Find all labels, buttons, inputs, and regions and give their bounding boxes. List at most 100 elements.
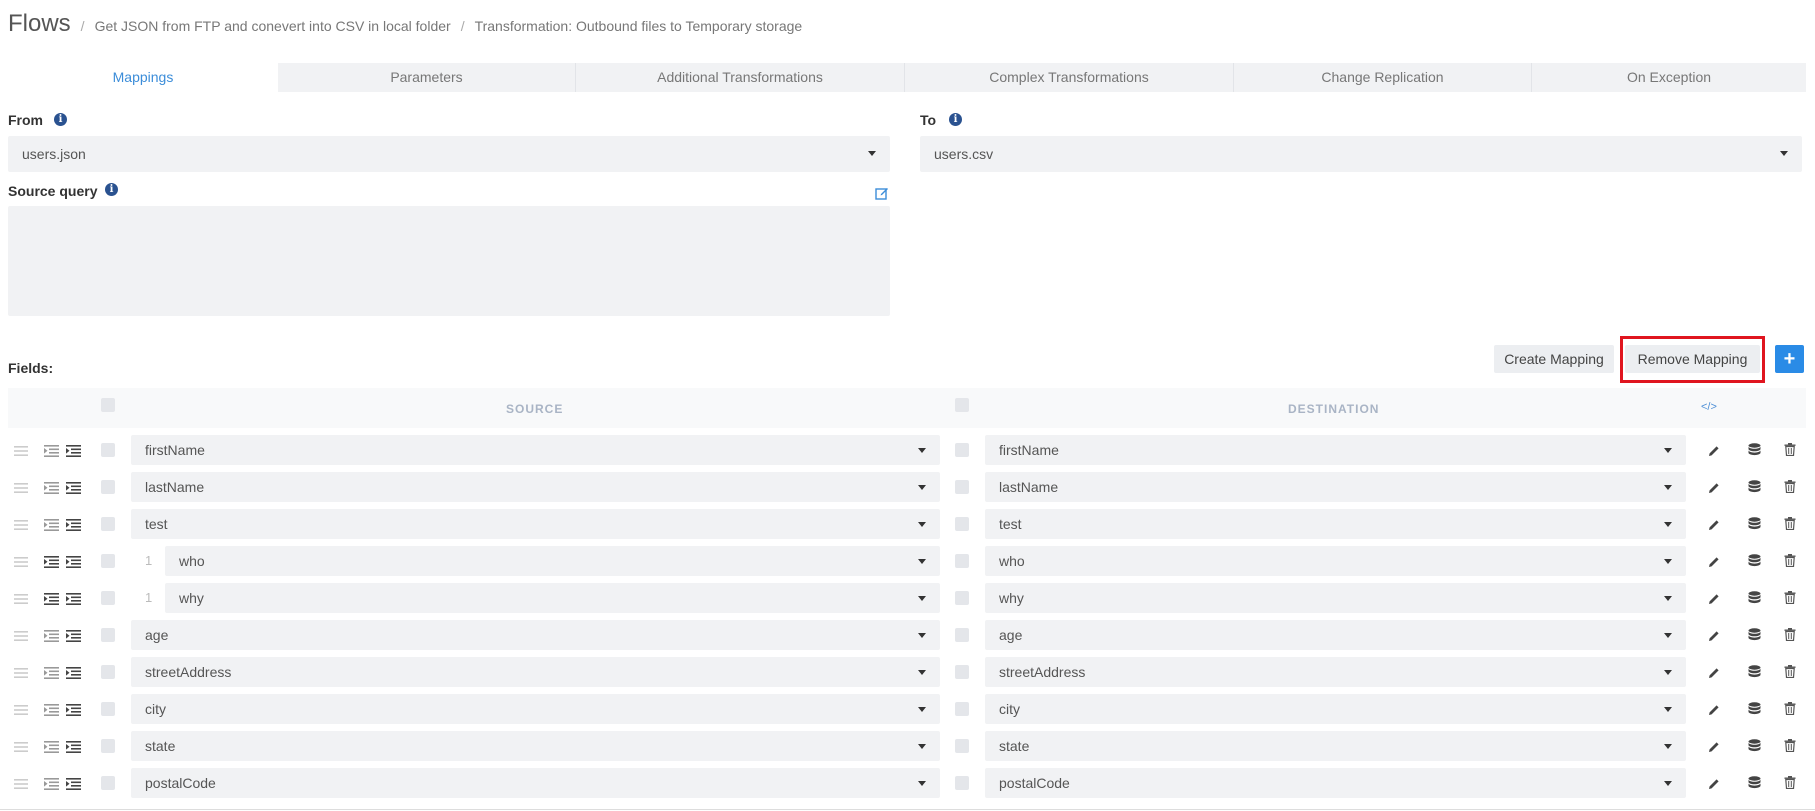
pencil-icon[interactable] — [1708, 629, 1720, 647]
database-icon[interactable] — [1748, 517, 1761, 536]
outdent-icon[interactable] — [44, 555, 59, 573]
indent-icon[interactable] — [66, 518, 81, 536]
trash-icon[interactable] — [1784, 776, 1796, 794]
indent-icon[interactable] — [66, 444, 81, 462]
destination-field-select[interactable]: state — [985, 731, 1686, 761]
destination-row-checkbox[interactable] — [955, 554, 969, 568]
database-icon[interactable] — [1748, 776, 1761, 795]
indent-icon[interactable] — [66, 777, 81, 795]
pencil-icon[interactable] — [1708, 666, 1720, 684]
info-icon[interactable]: i — [105, 183, 118, 196]
destination-field-select[interactable]: postalCode — [985, 768, 1686, 798]
from-select[interactable]: users.json — [8, 136, 890, 172]
trash-icon[interactable] — [1784, 443, 1796, 461]
source-row-checkbox[interactable] — [101, 443, 115, 457]
source-field-select[interactable]: age — [131, 620, 940, 650]
edit-query-icon[interactable] — [875, 186, 889, 200]
destination-row-checkbox[interactable] — [955, 480, 969, 494]
destination-field-select[interactable]: lastName — [985, 472, 1686, 502]
destination-field-select[interactable]: test — [985, 509, 1686, 539]
destination-field-select[interactable]: why — [985, 583, 1686, 613]
source-query-input[interactable] — [8, 206, 890, 316]
source-field-select[interactable]: lastName — [131, 472, 940, 502]
source-row-checkbox[interactable] — [101, 702, 115, 716]
drag-handle-icon[interactable] — [14, 592, 28, 610]
destination-row-checkbox[interactable] — [955, 776, 969, 790]
source-field-select[interactable]: why — [165, 583, 940, 613]
destination-field-select[interactable]: streetAddress — [985, 657, 1686, 687]
source-field-select[interactable]: postalCode — [131, 768, 940, 798]
indent-icon[interactable] — [66, 629, 81, 647]
drag-handle-icon[interactable] — [14, 518, 28, 536]
outdent-icon[interactable] — [44, 481, 59, 499]
outdent-icon[interactable] — [44, 703, 59, 721]
database-icon[interactable] — [1748, 739, 1761, 758]
drag-handle-icon[interactable] — [14, 444, 28, 462]
source-row-checkbox[interactable] — [101, 665, 115, 679]
database-icon[interactable] — [1748, 591, 1761, 610]
indent-icon[interactable] — [66, 592, 81, 610]
database-icon[interactable] — [1748, 554, 1761, 573]
breadcrumb-flow[interactable]: Get JSON from FTP and conevert into CSV … — [95, 18, 451, 34]
database-icon[interactable] — [1748, 443, 1761, 462]
indent-icon[interactable] — [66, 666, 81, 684]
source-field-select[interactable]: who — [165, 546, 940, 576]
trash-icon[interactable] — [1784, 480, 1796, 498]
pencil-icon[interactable] — [1708, 740, 1720, 758]
destination-field-select[interactable]: firstName — [985, 435, 1686, 465]
outdent-icon[interactable] — [44, 444, 59, 462]
database-icon[interactable] — [1748, 702, 1761, 721]
source-field-select[interactable]: test — [131, 509, 940, 539]
trash-icon[interactable] — [1784, 554, 1796, 572]
source-field-select[interactable]: state — [131, 731, 940, 761]
source-field-select[interactable]: firstName — [131, 435, 940, 465]
database-icon[interactable] — [1748, 665, 1761, 684]
pencil-icon[interactable] — [1708, 555, 1720, 573]
drag-handle-icon[interactable] — [14, 740, 28, 758]
drag-handle-icon[interactable] — [14, 629, 28, 647]
database-icon[interactable] — [1748, 480, 1761, 499]
tab-parameters[interactable]: Parameters — [278, 63, 576, 92]
tab-additional-transformations[interactable]: Additional Transformations — [576, 63, 905, 92]
pencil-icon[interactable] — [1708, 777, 1720, 795]
outdent-icon[interactable] — [44, 629, 59, 647]
create-mapping-button[interactable]: Create Mapping — [1494, 345, 1614, 373]
database-icon[interactable] — [1748, 628, 1761, 647]
outdent-icon[interactable] — [44, 740, 59, 758]
outdent-icon[interactable] — [44, 592, 59, 610]
pencil-icon[interactable] — [1708, 444, 1720, 462]
trash-icon[interactable] — [1784, 517, 1796, 535]
outdent-icon[interactable] — [44, 518, 59, 536]
tab-complex-transformations[interactable]: Complex Transformations — [905, 63, 1234, 92]
source-row-checkbox[interactable] — [101, 739, 115, 753]
source-row-checkbox[interactable] — [101, 517, 115, 531]
pencil-icon[interactable] — [1708, 481, 1720, 499]
source-row-checkbox[interactable] — [101, 776, 115, 790]
drag-handle-icon[interactable] — [14, 555, 28, 573]
indent-icon[interactable] — [66, 703, 81, 721]
trash-icon[interactable] — [1784, 628, 1796, 646]
destination-row-checkbox[interactable] — [955, 591, 969, 605]
pencil-icon[interactable] — [1708, 703, 1720, 721]
trash-icon[interactable] — [1784, 739, 1796, 757]
add-mapping-button[interactable]: + — [1775, 345, 1804, 373]
source-row-checkbox[interactable] — [101, 591, 115, 605]
tab-change-replication[interactable]: Change Replication — [1234, 63, 1532, 92]
drag-handle-icon[interactable] — [14, 703, 28, 721]
select-all-destination-checkbox[interactable] — [955, 398, 969, 412]
indent-icon[interactable] — [66, 555, 81, 573]
source-field-select[interactable]: city — [131, 694, 940, 724]
source-row-checkbox[interactable] — [101, 480, 115, 494]
tab-on-exception[interactable]: On Exception — [1532, 63, 1806, 92]
destination-field-select[interactable]: age — [985, 620, 1686, 650]
destination-field-select[interactable]: city — [985, 694, 1686, 724]
destination-row-checkbox[interactable] — [955, 665, 969, 679]
drag-handle-icon[interactable] — [14, 666, 28, 684]
outdent-icon[interactable] — [44, 666, 59, 684]
destination-row-checkbox[interactable] — [955, 702, 969, 716]
breadcrumb-root[interactable]: Flows — [8, 10, 71, 38]
code-view-icon[interactable]: </> — [1701, 401, 1717, 413]
destination-row-checkbox[interactable] — [955, 517, 969, 531]
info-icon[interactable]: i — [949, 113, 962, 126]
pencil-icon[interactable] — [1708, 592, 1720, 610]
